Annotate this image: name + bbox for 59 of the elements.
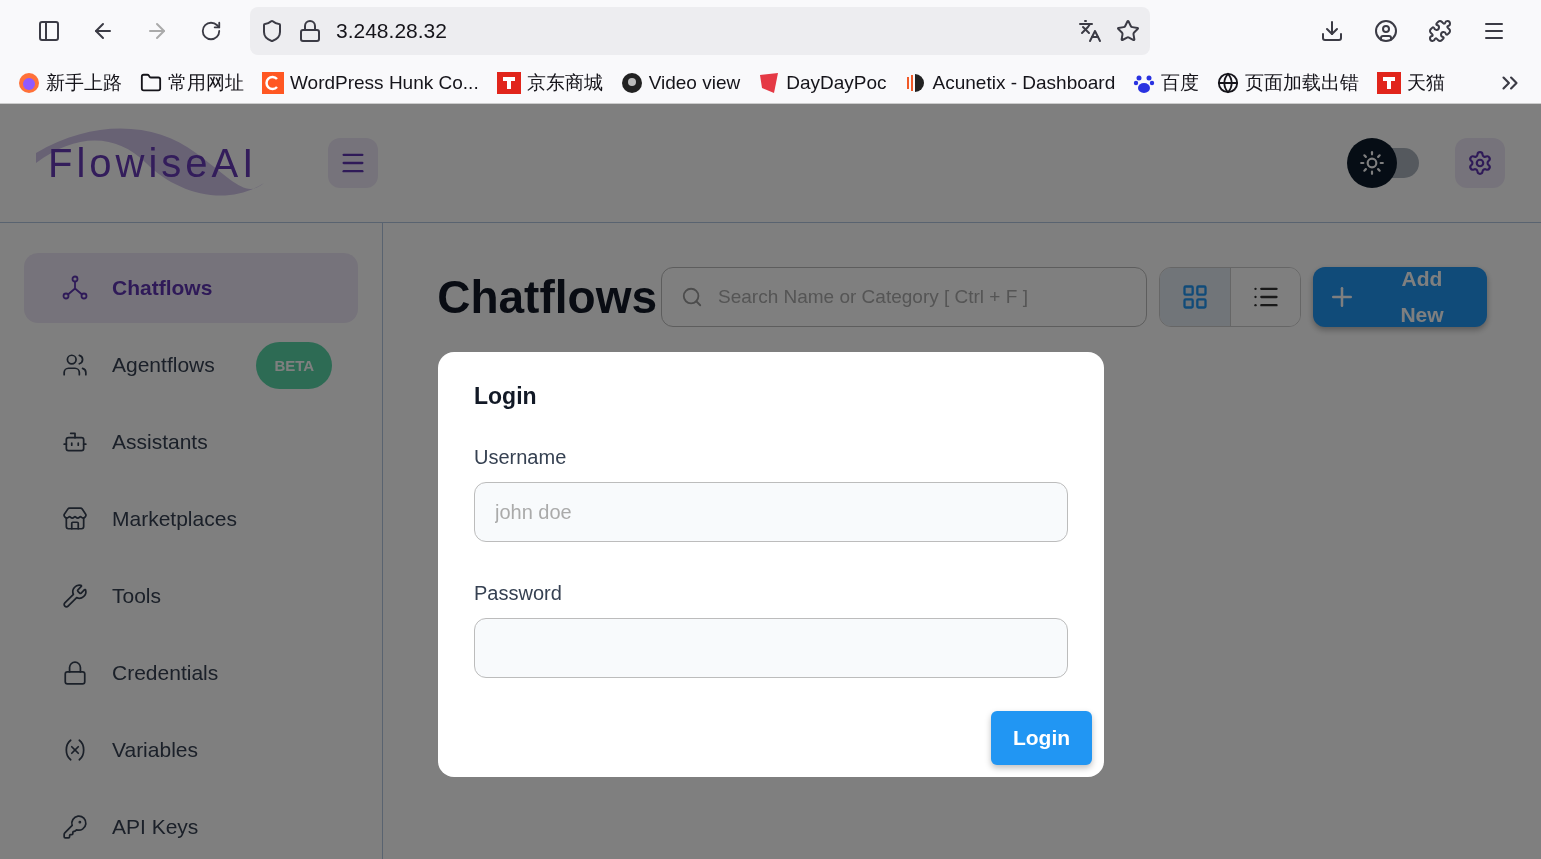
bookmark[interactable]: Acunetix - Dashboard [904,71,1116,94]
bookmark[interactable]: 天猫 [1377,69,1446,96]
firefox-icon [18,71,40,94]
sidebar-item[interactable]: Agentflows BETA [24,330,359,400]
theme-switch[interactable] [1347,138,1421,188]
page-title: Chatflows [437,270,657,325]
users-icon [62,352,88,378]
robot-icon [62,429,88,455]
field-label: Username [474,446,568,469]
bookmark[interactable]: 常用网址 [140,69,244,96]
sidebar-item[interactable]: Credentials [24,638,359,708]
key-icon [62,814,88,840]
input-field[interactable]: john doe [474,482,1068,542]
sidebar-item[interactable]: Assistants [24,407,359,477]
disc-icon [620,71,643,94]
settings-button[interactable] [1455,138,1505,188]
favicon-icon [262,71,284,94]
bookmark[interactable]: WordPress Hunk Co... [262,71,479,94]
sidebar-item[interactable]: Variables [24,715,359,785]
extensions-icon[interactable] [1428,19,1452,43]
address-bar[interactable]: 3.248.28.32 [250,7,1150,55]
field-label: Password [474,582,563,605]
input-field[interactable] [474,618,1068,678]
bookmark[interactable]: DayDayPoc [758,71,887,94]
favicon-icon [1377,71,1402,94]
bookmark[interactable]: Video view [620,71,741,94]
folder-icon [140,71,162,94]
lock-icon [298,19,322,43]
wrench-icon [62,583,88,609]
bookmark[interactable]: 页面加载出错 [1217,69,1360,96]
translate-icon[interactable] [1078,19,1102,43]
favicon-icon [904,71,927,94]
shield-icon [260,19,284,43]
store-icon [62,506,88,532]
account-icon[interactable] [1374,19,1398,43]
sun-icon [1359,150,1385,176]
bookmark[interactable]: 新手上路 [18,69,122,96]
menu-button[interactable] [328,138,378,188]
sidebar-item[interactable]: Marketplaces [24,484,359,554]
nodes-icon [62,275,88,301]
view-button[interactable] [1230,268,1300,326]
bookmark[interactable]: 京东商城 [496,69,603,96]
download-icon[interactable] [1320,19,1344,43]
sidebar-item[interactable]: Tools [24,561,359,631]
favicon-icon [496,71,521,94]
lock-icon [62,660,88,686]
settings-icon [1467,150,1493,176]
bookmark[interactable]: 百度 [1133,69,1200,96]
reload-icon[interactable] [200,20,222,42]
star-icon[interactable] [1116,19,1140,43]
shield-icon [758,71,781,94]
grid-icon [1181,283,1209,311]
url-text: 3.248.28.32 [336,19,448,43]
search-icon [681,286,703,308]
beta-badge: BETA [256,341,333,389]
globe-icon [1217,71,1240,94]
sidebar-item[interactable]: API Keys [24,792,359,859]
dialog-title: Login [474,382,538,411]
sidebar-icon[interactable] [37,19,61,43]
